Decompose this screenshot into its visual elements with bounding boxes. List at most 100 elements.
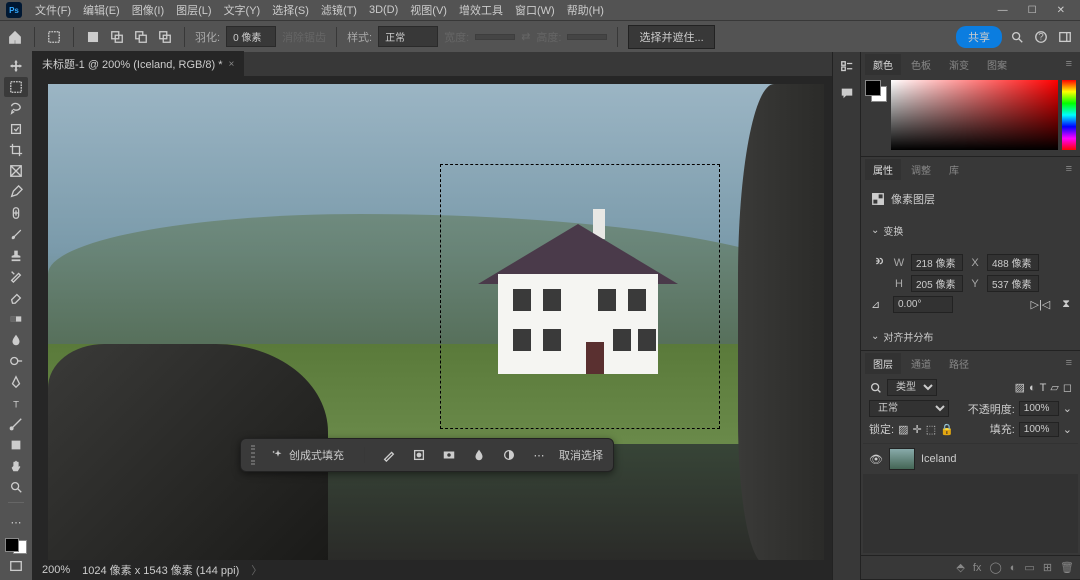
menu-3d[interactable]: 3D(D) — [364, 2, 403, 18]
gradient-tool[interactable] — [4, 309, 28, 329]
lock-pixels-icon[interactable]: ▨ — [898, 423, 908, 436]
fill-input[interactable] — [1019, 422, 1059, 437]
move-tool[interactable] — [4, 56, 28, 76]
mask-icon[interactable]: ◯ — [989, 561, 1001, 574]
filter-adjust-icon[interactable]: ◐ — [1029, 382, 1036, 394]
stamp-tool[interactable] — [4, 245, 28, 265]
help-icon[interactable]: ? — [1032, 28, 1050, 46]
brush-tool[interactable] — [4, 224, 28, 244]
document-tab[interactable]: 未标题-1 @ 200% (Iceland, RGB/8) * × — [32, 51, 244, 76]
fill-icon[interactable] — [469, 445, 489, 465]
tab-channels[interactable]: 通道 — [903, 353, 939, 374]
hand-tool[interactable] — [4, 456, 28, 476]
fx-icon[interactable]: fx — [973, 562, 982, 574]
filter-search-icon[interactable] — [869, 381, 883, 395]
type-tool[interactable]: T — [4, 393, 28, 413]
menu-help[interactable]: 帮助(H) — [562, 0, 609, 20]
tab-close-icon[interactable]: × — [229, 59, 235, 70]
comments-panel-icon[interactable] — [838, 84, 856, 102]
edit-toolbar[interactable]: ⋯ — [4, 513, 28, 533]
blend-mode-select[interactable]: 正常 — [869, 400, 949, 417]
visibility-icon[interactable]: 👁 — [869, 453, 883, 466]
link-layers-icon[interactable]: ⬘ — [956, 561, 964, 574]
brush-settings-icon[interactable] — [379, 445, 399, 465]
menu-window[interactable]: 窗口(W) — [510, 0, 560, 20]
filter-shape-icon[interactable]: ▱ — [1050, 381, 1058, 394]
close-button[interactable]: ✕ — [1057, 5, 1065, 16]
menu-plugins[interactable]: 增效工具 — [454, 0, 508, 20]
flip-v-icon[interactable]: ⧗ — [1062, 298, 1070, 311]
more-icon[interactable]: ⋯ — [529, 445, 549, 465]
filter-type-icon[interactable]: T — [1040, 382, 1047, 394]
healing-tool[interactable] — [4, 203, 28, 223]
tab-swatches[interactable]: 色板 — [903, 54, 939, 75]
lock-position-icon[interactable]: ✛ — [912, 423, 921, 436]
zoom-level[interactable]: 200% — [42, 564, 70, 576]
minimize-button[interactable]: — — [998, 5, 1008, 16]
eyedropper-tool[interactable] — [4, 182, 28, 202]
filter-kind-select[interactable]: 类型 — [887, 379, 937, 396]
tab-libraries[interactable]: 库 — [941, 159, 967, 180]
path-tool[interactable] — [4, 414, 28, 434]
layer-thumbnail[interactable] — [889, 448, 915, 470]
home-icon[interactable] — [6, 28, 24, 46]
menu-edit[interactable]: 编辑(E) — [78, 0, 125, 20]
marquee-tool[interactable] — [4, 77, 28, 97]
delete-icon[interactable]: 🗑 — [1060, 561, 1074, 574]
lock-all-icon[interactable]: 🔒 — [940, 423, 954, 436]
opacity-input[interactable] — [1019, 401, 1059, 416]
canvas[interactable]: 创成式填充 ⋯ 取消选择 — [40, 84, 824, 572]
selection-new-icon[interactable] — [84, 28, 102, 46]
mask-icon[interactable] — [439, 445, 459, 465]
tab-adjustments[interactable]: 调整 — [903, 159, 939, 180]
select-mask-button[interactable]: 选择并遮住... — [628, 25, 714, 49]
dodge-tool[interactable] — [4, 351, 28, 371]
frame-tool[interactable] — [4, 161, 28, 181]
panel-menu-icon[interactable]: ≡ — [1062, 163, 1076, 175]
shape-tool[interactable] — [4, 435, 28, 455]
x-input[interactable] — [987, 254, 1039, 271]
color-swatch-panel[interactable] — [865, 80, 887, 102]
selection-intersect-icon[interactable] — [156, 28, 174, 46]
height-input[interactable] — [911, 275, 963, 292]
tab-layers[interactable]: 图层 — [865, 353, 901, 374]
crop-tool[interactable] — [4, 140, 28, 160]
tab-properties[interactable]: 属性 — [865, 159, 901, 180]
style-select[interactable]: 正常 — [378, 26, 438, 47]
lasso-tool[interactable] — [4, 98, 28, 118]
history-panel-icon[interactable] — [838, 58, 856, 76]
marquee-selection[interactable] — [440, 164, 720, 429]
menu-file[interactable]: 文件(F) — [30, 0, 76, 20]
grip-icon[interactable] — [251, 445, 255, 465]
menu-view[interactable]: 视图(V) — [405, 0, 452, 20]
tab-gradients[interactable]: 渐变 — [941, 54, 977, 75]
blur-tool[interactable] — [4, 330, 28, 350]
new-layer-icon[interactable]: ⊞ — [1043, 561, 1052, 574]
screen-mode[interactable] — [4, 556, 28, 576]
menu-layer[interactable]: 图层(L) — [171, 0, 216, 20]
selection-add-icon[interactable] — [108, 28, 126, 46]
tab-paths[interactable]: 路径 — [941, 353, 977, 374]
filter-smart-icon[interactable]: ◻ — [1063, 381, 1072, 394]
share-button[interactable]: 共享 — [956, 26, 1002, 48]
hue-slider[interactable] — [1062, 80, 1076, 150]
flip-h-icon[interactable]: ▷|◁ — [1030, 298, 1050, 311]
lock-artboard-icon[interactable]: ⬚ — [926, 423, 936, 436]
y-input[interactable] — [987, 275, 1039, 292]
layer-name[interactable]: Iceland — [921, 453, 956, 465]
group-icon[interactable]: ▭ — [1024, 561, 1034, 574]
transform-section[interactable]: 变换 — [861, 217, 1080, 244]
zoom-tool[interactable] — [4, 477, 28, 497]
panel-menu-icon[interactable]: ≡ — [1062, 357, 1076, 369]
history-brush-tool[interactable] — [4, 266, 28, 286]
filter-image-icon[interactable]: ▨ — [1015, 381, 1025, 394]
deselect-button[interactable]: 取消选择 — [559, 447, 603, 463]
menu-filter[interactable]: 滤镜(T) — [316, 0, 362, 20]
link-icon[interactable] — [871, 254, 887, 271]
color-swatch[interactable] — [5, 538, 27, 554]
angle-input[interactable] — [893, 296, 953, 313]
wand-tool[interactable] — [4, 119, 28, 139]
color-picker-field[interactable] — [891, 80, 1058, 150]
menu-image[interactable]: 图像(I) — [127, 0, 169, 20]
eraser-tool[interactable] — [4, 288, 28, 308]
